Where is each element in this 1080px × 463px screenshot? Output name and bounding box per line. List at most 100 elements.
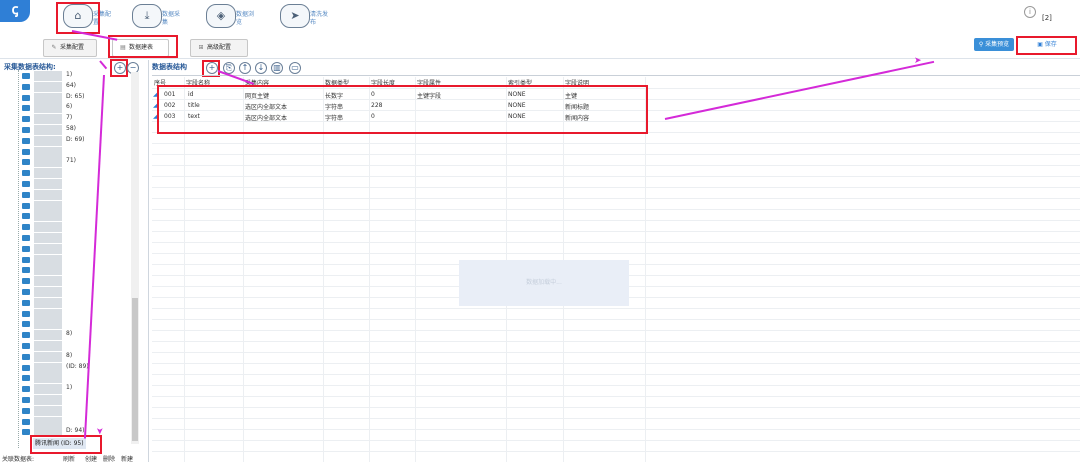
grid-line (152, 385, 1080, 386)
tree-item-label: 1) (66, 71, 73, 78)
blurred-text (34, 114, 62, 125)
grid-line (152, 363, 1080, 364)
blurred-text (34, 384, 62, 395)
layers-icon: ◈ (206, 4, 236, 28)
tree-item-label: 1) (66, 384, 73, 392)
more-icon[interactable]: ▭ (289, 62, 301, 74)
blurred-text (34, 308, 62, 319)
table-icon (22, 256, 30, 263)
highlight-box (108, 35, 178, 58)
highlight-box (1016, 36, 1077, 55)
grid-line (152, 253, 1080, 254)
tree-item-label: 8) (66, 351, 73, 359)
blurred-text (34, 351, 62, 362)
tree-item-label: D: 69) (66, 135, 85, 143)
blurred-text (34, 341, 62, 351)
table-icon (22, 245, 30, 252)
blurred-text (34, 362, 62, 373)
version-badge: [2] (1042, 14, 1052, 22)
table-icon (22, 181, 30, 187)
grid-line (369, 77, 370, 462)
tree-item-label: 58) (66, 125, 76, 132)
grid-line (152, 407, 1080, 408)
table-icon (22, 353, 30, 360)
table-icon (22, 202, 30, 209)
button-label: 采集预览 (985, 41, 1010, 48)
send-icon: ➤ (280, 4, 310, 28)
table-icon (22, 73, 30, 79)
nav-label: 清洗发布 (310, 11, 329, 26)
download-icon: ⤓ (132, 4, 162, 28)
table-icon (22, 159, 30, 166)
blurred-text (34, 189, 62, 200)
table-icon (22, 289, 30, 295)
preview-button[interactable]: ⚲ 采集预览 (974, 38, 1014, 51)
button-label: 高级配置 (207, 44, 232, 51)
nav-label: 数据浏览 (236, 11, 255, 26)
blurred-text (34, 395, 62, 405)
scroll-thumb[interactable] (132, 298, 138, 441)
grid-line (152, 220, 1080, 221)
table-icon (22, 418, 30, 425)
annotation-arrow (664, 60, 935, 120)
app-logo: ꞔ (0, 0, 30, 22)
blurred-text (34, 330, 62, 341)
grid-line (152, 308, 1080, 309)
table-icon (22, 407, 30, 414)
highlight-box (157, 85, 648, 134)
tree-scrollbar[interactable] (131, 72, 139, 444)
blurred-text (34, 222, 62, 233)
table-icon (22, 321, 30, 328)
header-rule (152, 75, 1080, 76)
right-panel-title: 数据表结构 (152, 63, 187, 71)
blurred-text (34, 373, 62, 384)
table-icon (22, 278, 30, 285)
delete-icon[interactable]: ▥ (271, 62, 283, 74)
grid-line (152, 231, 1080, 232)
tree-item-label: 6) (66, 103, 73, 111)
table-icon (22, 299, 30, 306)
button-label: 采集配置 (60, 44, 85, 51)
tree-item-label: 71) (66, 157, 76, 165)
blurred-text (34, 276, 62, 287)
grid-line (152, 187, 1080, 188)
blurred-text (34, 319, 62, 330)
collect-config-button[interactable]: ✎ 采集配置 (43, 39, 97, 57)
grid-line (152, 429, 1080, 430)
blurred-text (34, 92, 62, 103)
edit-icon: ✎ (51, 44, 57, 51)
arrow-up-icon[interactable]: ↑ (239, 62, 251, 74)
grid-line (152, 451, 1080, 452)
grid-line (152, 176, 1080, 177)
blurred-text (34, 200, 62, 211)
search-icon: ⚲ (978, 41, 984, 48)
grid-icon: ⊞ (198, 44, 204, 51)
info-icon[interactable]: i (1024, 6, 1036, 18)
arrow-head-icon: ➤ (914, 56, 922, 66)
tree-item-label: D: 94) (66, 427, 85, 435)
table-icon (22, 83, 30, 90)
blurred-text (34, 135, 62, 146)
grid-line (645, 77, 646, 462)
tree-item-label: (ID: 89) (66, 362, 89, 370)
blurred-text (34, 71, 62, 81)
grid-line (152, 319, 1080, 320)
table-icon (22, 94, 30, 101)
blurred-text (34, 146, 62, 157)
highlight-box (56, 2, 100, 34)
grid-line (184, 77, 185, 462)
grid-line (152, 198, 1080, 199)
arrow-down-icon[interactable]: ↓ (255, 62, 267, 74)
blurred-text (34, 287, 62, 297)
blurred-text (34, 179, 62, 189)
grid-line (152, 242, 1080, 243)
tree-item-label: 8) (66, 330, 73, 338)
grid-line (243, 77, 244, 462)
advanced-config-button[interactable]: ⊞ 高级配置 (190, 39, 248, 57)
highlight-box (30, 435, 102, 454)
grid-line (152, 330, 1080, 331)
grid-line (152, 418, 1080, 419)
arrow-head-icon: ➤ (93, 427, 104, 435)
tree-item-label: D: 65) (66, 92, 85, 100)
grid-line (152, 154, 1080, 155)
